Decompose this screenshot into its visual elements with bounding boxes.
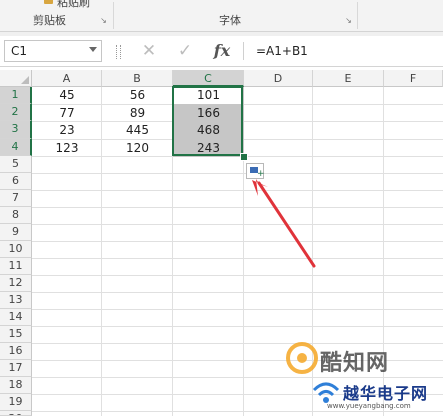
watermark-text: 酷知网 [320, 351, 390, 376]
arrow-shaft [257, 181, 316, 268]
watermark-url: www.yueyangbang.com [327, 402, 411, 410]
watermark-logo-icon [286, 342, 318, 374]
watermark-site-name: 越华电子网 [343, 384, 429, 403]
